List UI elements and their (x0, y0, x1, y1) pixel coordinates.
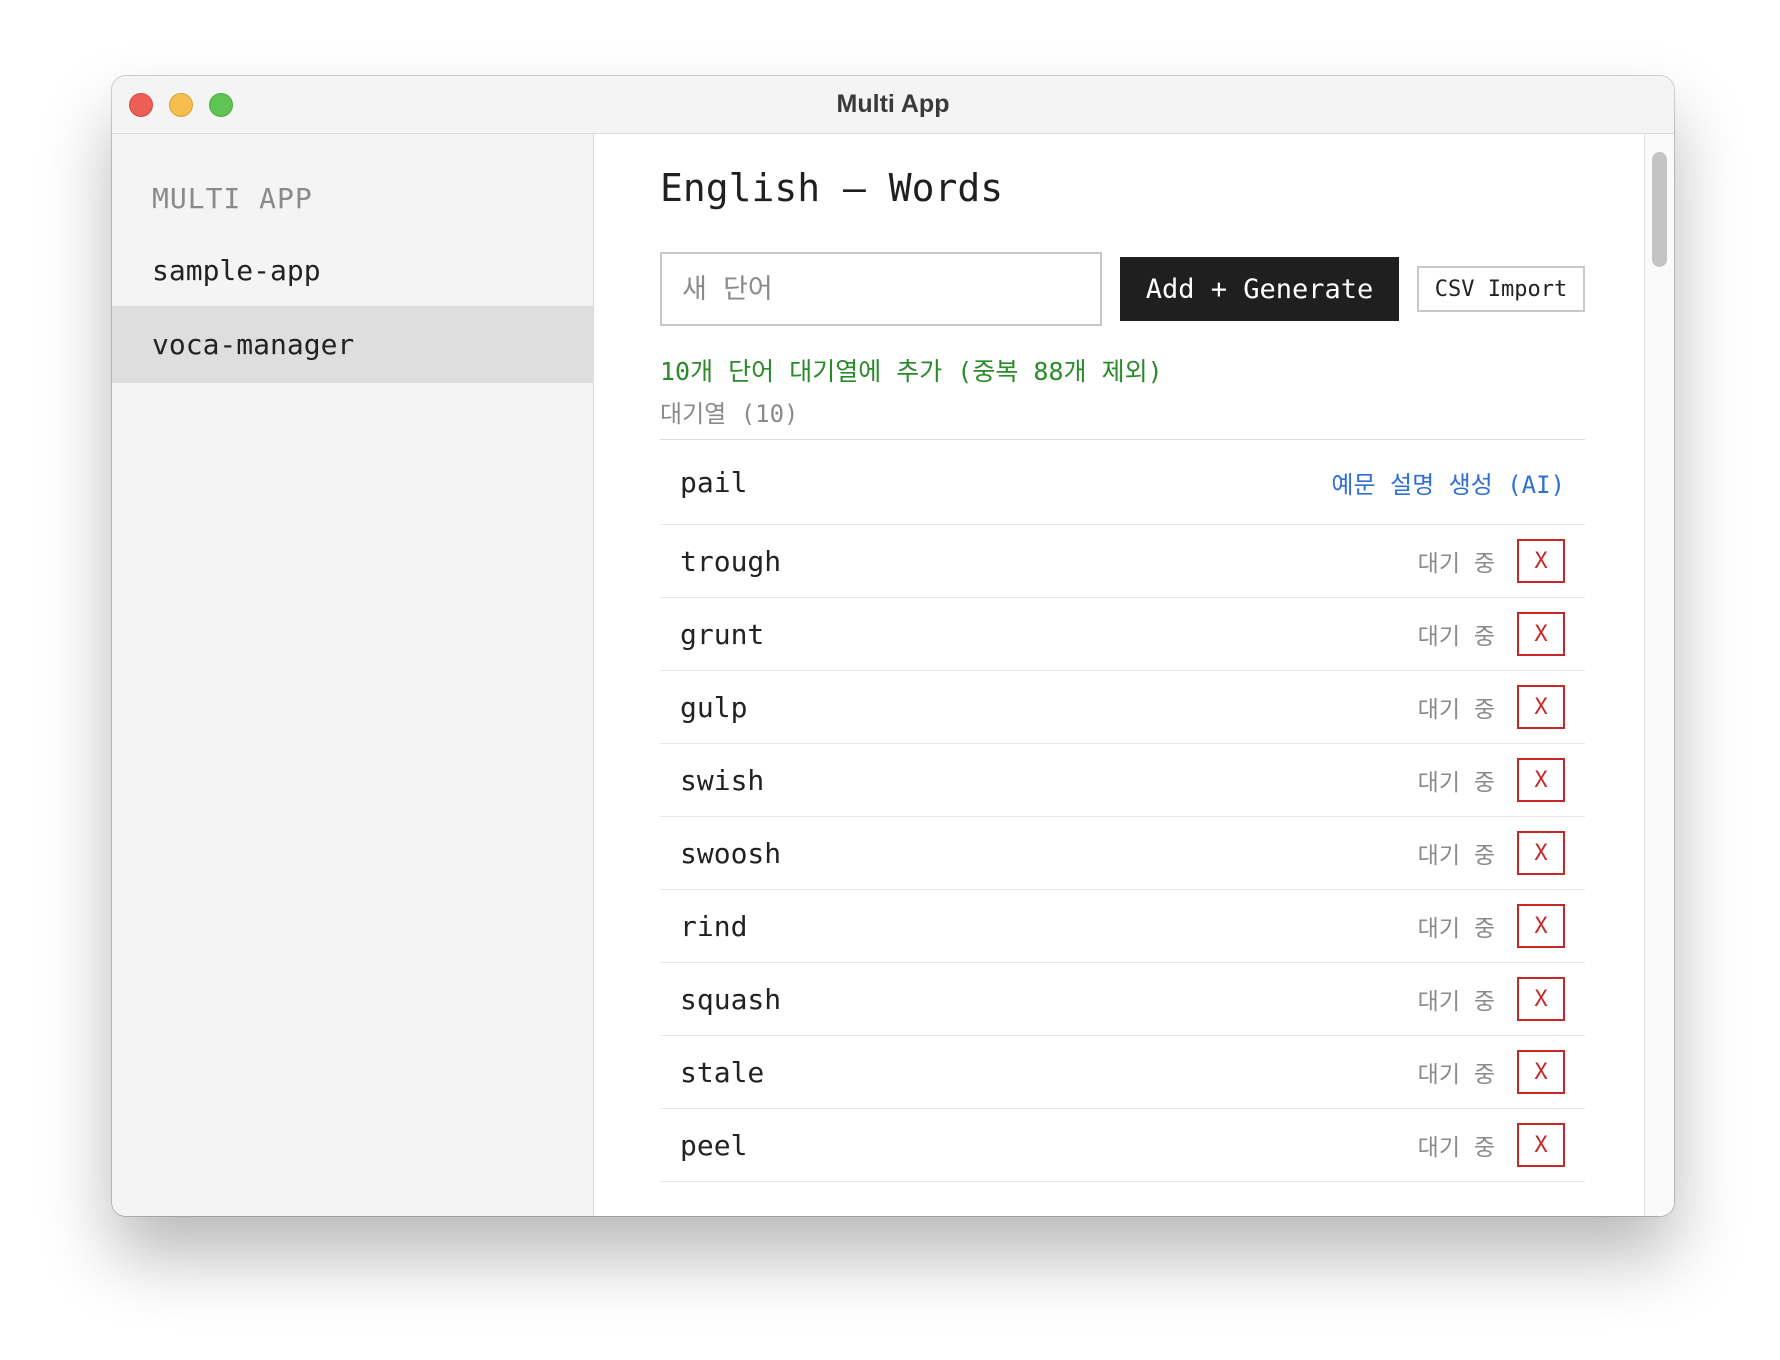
remove-word-button[interactable]: X (1517, 904, 1565, 948)
remove-word-button[interactable]: X (1517, 539, 1565, 583)
pending-status: 대기 중 (1417, 916, 1495, 942)
word-text: swish (680, 763, 765, 797)
word-text: swoosh (680, 836, 782, 870)
word-text: peel (680, 1128, 748, 1162)
remove-word-button[interactable]: X (1517, 758, 1565, 802)
title-bar: Multi App (112, 76, 1674, 134)
word-row: rind 대기 중 X (660, 890, 1585, 963)
word-text: gulp (680, 690, 748, 724)
word-row: stale 대기 중 X (660, 1036, 1585, 1109)
main-content: English — Words Add + Generate CSV Impor… (594, 134, 1674, 1216)
scrollbar-thumb[interactable] (1652, 152, 1667, 267)
sidebar-heading: MULTI APP (152, 182, 313, 215)
word-list: pail 예문 설명 생성 (AI) trough 대기 중 X grunt 대… (660, 440, 1585, 1182)
word-text: grunt (680, 617, 765, 651)
add-generate-button[interactable]: Add + Generate (1120, 257, 1399, 321)
pending-status: 대기 중 (1417, 697, 1495, 723)
word-text: rind (680, 909, 748, 943)
word-text: stale (680, 1055, 765, 1089)
pending-status: 대기 중 (1417, 551, 1495, 577)
queue-heading: 대기열 (10) (660, 400, 799, 428)
sidebar: MULTI APP sample-app voca-manager (112, 134, 594, 1216)
window-title: Multi App (836, 90, 950, 118)
word-row: gulp 대기 중 X (660, 671, 1585, 744)
app-window: Multi App MULTI APP sample-app voca-mana… (112, 76, 1674, 1216)
word-text: squash (680, 982, 782, 1016)
remove-word-button[interactable]: X (1517, 831, 1565, 875)
word-row: squash 대기 중 X (660, 963, 1585, 1036)
remove-word-button[interactable]: X (1517, 685, 1565, 729)
pending-status: 대기 중 (1417, 1135, 1495, 1161)
pending-status: 대기 중 (1417, 770, 1495, 796)
sidebar-item-voca-manager[interactable]: voca-manager (112, 306, 593, 383)
pending-status: 대기 중 (1417, 624, 1495, 650)
pending-status: 대기 중 (1417, 1062, 1495, 1088)
page-title: English — Words (660, 166, 1004, 210)
word-row: swoosh 대기 중 X (660, 817, 1585, 890)
word-text: trough (680, 544, 782, 578)
word-row: grunt 대기 중 X (660, 598, 1585, 671)
sidebar-item-sample-app[interactable]: sample-app (112, 232, 593, 309)
word-row: pail 예문 설명 생성 (AI) (660, 440, 1585, 525)
pending-status: 대기 중 (1417, 843, 1495, 869)
word-row: peel 대기 중 X (660, 1109, 1585, 1182)
remove-word-button[interactable]: X (1517, 977, 1565, 1021)
remove-word-button[interactable]: X (1517, 1050, 1565, 1094)
status-message: 10개 단어 대기열에 추가 (중복 88개 제외) (660, 357, 1163, 386)
remove-word-button[interactable]: X (1517, 612, 1565, 656)
pending-status: 대기 중 (1417, 989, 1495, 1015)
generate-example-ai-link[interactable]: 예문 설명 생성 (AI) (1331, 440, 1565, 524)
new-word-input[interactable] (660, 252, 1102, 326)
remove-word-button[interactable]: X (1517, 1123, 1565, 1167)
vertical-scrollbar[interactable] (1644, 134, 1674, 1216)
csv-import-button[interactable]: CSV Import (1417, 266, 1585, 312)
word-row: trough 대기 중 X (660, 525, 1585, 598)
word-row: swish 대기 중 X (660, 744, 1585, 817)
word-text: pail (680, 465, 748, 499)
